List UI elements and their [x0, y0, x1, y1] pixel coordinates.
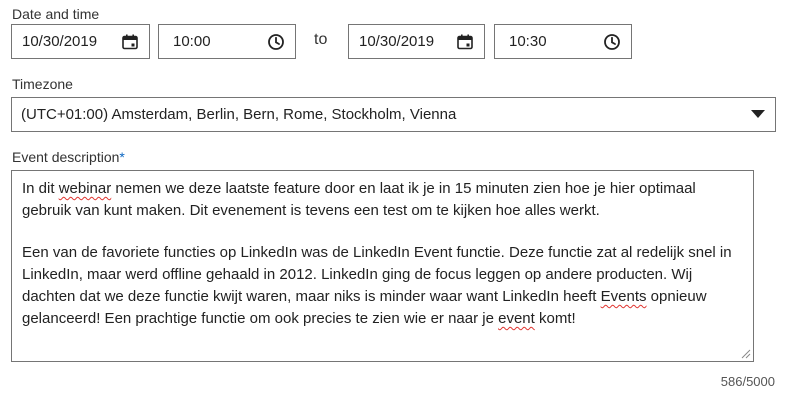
calendar-icon[interactable] [456, 33, 474, 51]
end-time-input[interactable]: 10:30 [494, 24, 632, 59]
description-text: In dit [22, 180, 59, 197]
caret-down-icon[interactable] [751, 110, 765, 118]
end-date-input[interactable]: 10/30/2019 [348, 24, 485, 59]
description-text: nemen we deze laatste feature door en la… [22, 180, 696, 219]
event-description-label: Event description* [12, 149, 125, 165]
start-date-input[interactable]: 10/30/2019 [11, 24, 150, 59]
description-text: komt! [534, 310, 576, 327]
timezone-select[interactable]: (UTC+01:00) Amsterdam, Berlin, Bern, Rom… [11, 97, 776, 132]
description-paragraph-2: Een van de favoriete functies op LinkedI… [22, 242, 743, 330]
character-counter: 586/5000 [720, 374, 775, 389]
event-description-textarea[interactable]: In dit webinar nemen we deze laatste fea… [11, 170, 754, 362]
end-time-value: 10:30 [509, 33, 547, 50]
misspelled-word: Events [600, 288, 647, 305]
start-time-value: 10:00 [173, 33, 211, 50]
event-description-label-text: Event description [12, 149, 120, 165]
clock-icon[interactable] [603, 33, 621, 51]
misspelled-word: event [498, 310, 535, 327]
required-marker: * [119, 149, 125, 165]
calendar-icon[interactable] [121, 33, 139, 51]
start-date-value: 10/30/2019 [22, 33, 98, 50]
clock-icon[interactable] [267, 33, 285, 51]
misspelled-word: webinar [58, 180, 112, 197]
start-time-input[interactable]: 10:00 [158, 24, 296, 59]
description-paragraph-1: In dit webinar nemen we deze laatste fea… [22, 178, 743, 222]
date-time-label: Date and time [12, 6, 100, 22]
timezone-value: (UTC+01:00) Amsterdam, Berlin, Bern, Rom… [21, 106, 457, 123]
resize-handle-icon[interactable] [741, 349, 751, 359]
timezone-label: Timezone [12, 76, 73, 92]
date-range-separator: to [314, 31, 328, 48]
end-date-value: 10/30/2019 [359, 33, 435, 50]
